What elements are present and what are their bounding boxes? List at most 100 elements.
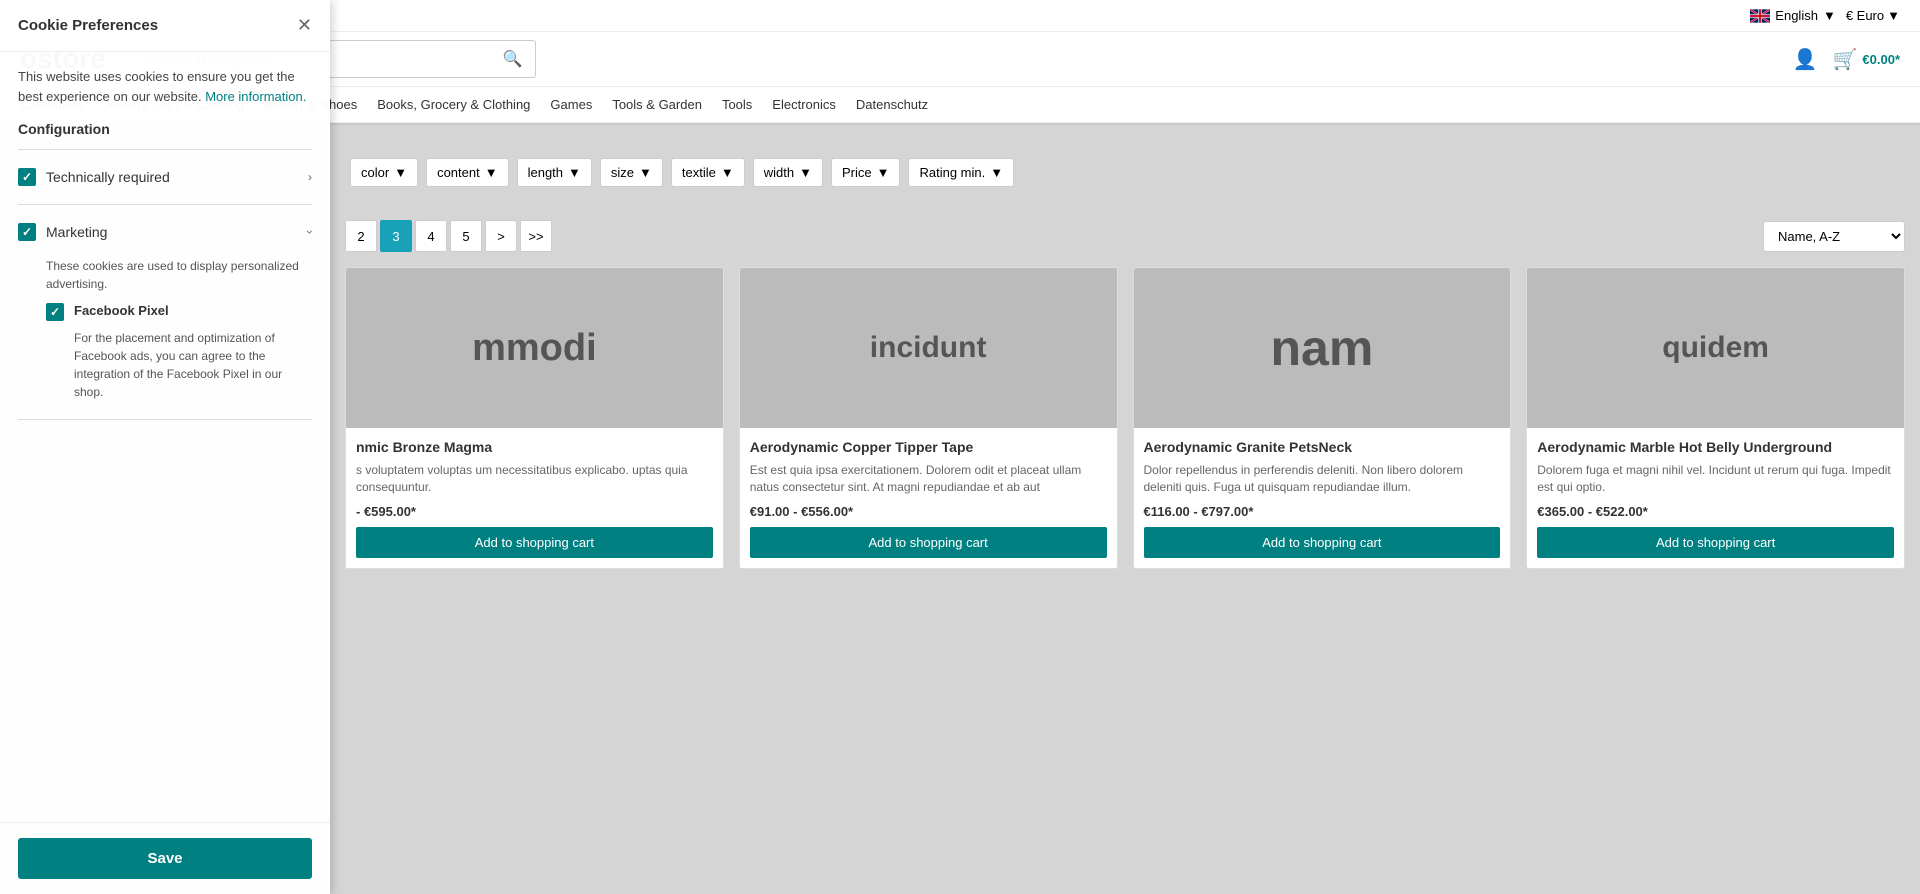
filter-width[interactable]: width ▼: [753, 158, 823, 187]
product-name-3: Aerodynamic Granite PetsNeck: [1144, 438, 1501, 456]
product-desc-1: s voluptatem voluptas um necessitatibus …: [356, 462, 713, 496]
filter-rating[interactable]: Rating min. ▼: [908, 158, 1014, 187]
products-grid: mmodi nmic Bronze Magma s voluptatem vol…: [345, 267, 1905, 569]
category-books[interactable]: Books, Grocery & Clothing: [377, 97, 530, 112]
checkbox-technically-required[interactable]: [18, 168, 36, 186]
product-price-3: €116.00 - €797.00*: [1144, 504, 1501, 519]
filter-textile-chevron: ▼: [721, 165, 734, 180]
page-btn-2[interactable]: 2: [345, 220, 377, 252]
page-btn-next[interactable]: >: [485, 220, 517, 252]
product-info-1: nmic Bronze Magma s voluptatem voluptas …: [346, 428, 723, 568]
page-btn-5[interactable]: 5: [450, 220, 482, 252]
save-button[interactable]: Save: [18, 838, 312, 879]
cookie-close-button[interactable]: ✕: [297, 15, 312, 36]
filter-length-chevron: ▼: [568, 165, 581, 180]
cookie-section-marketing: Marketing › These cookies are used to di…: [18, 215, 312, 409]
filter-length[interactable]: length ▼: [517, 158, 592, 187]
category-games[interactable]: Games: [550, 97, 592, 112]
product-desc-4: Dolorem fuga et magni nihil vel. Incidun…: [1537, 462, 1894, 496]
cookie-section-technically-required: Technically required ›: [18, 160, 312, 194]
account-icon[interactable]: 👤: [1793, 47, 1818, 72]
facebook-pixel-desc: For the placement and optimization of Fa…: [46, 329, 312, 401]
cookie-footer: Save: [0, 822, 330, 894]
product-image-1: mmodi: [346, 268, 723, 428]
cookie-section-header-tech[interactable]: Technically required ›: [18, 160, 312, 194]
cookie-body: This website uses cookies to ensure you …: [0, 52, 330, 822]
add-to-cart-btn-3[interactable]: Add to shopping cart: [1144, 527, 1501, 558]
category-datenschutz[interactable]: Datenschutz: [856, 97, 928, 112]
product-desc-3: Dolor repellendus in perferendis delenit…: [1144, 462, 1501, 496]
product-card-3: nam Aerodynamic Granite PetsNeck Dolor r…: [1133, 267, 1512, 569]
product-name-4: Aerodynamic Marble Hot Belly Underground: [1537, 438, 1894, 456]
cookie-section-left-marketing: Marketing: [18, 223, 107, 241]
category-electronics[interactable]: Electronics: [772, 97, 836, 112]
checkbox-marketing[interactable]: [18, 223, 36, 241]
cookie-section-header-marketing[interactable]: Marketing ›: [18, 215, 312, 249]
filter-price-chevron: ▼: [877, 165, 890, 180]
filter-bar: color ▼ content ▼ length ▼ size ▼ textil…: [330, 148, 1920, 197]
cookie-title: Cookie Preferences: [18, 17, 158, 34]
product-name-2: Aerodynamic Copper Tipper Tape: [750, 438, 1107, 456]
checkbox-facebook-pixel[interactable]: [46, 303, 64, 321]
technically-required-chevron: ›: [308, 170, 312, 184]
product-image-3: nam: [1134, 268, 1511, 428]
sort-select[interactable]: Name, A-Z Name, Z-A Price ascending Pric…: [1763, 221, 1905, 252]
page-btn-last[interactable]: >>: [520, 220, 552, 252]
product-info-4: Aerodynamic Marble Hot Belly Underground…: [1527, 428, 1904, 568]
product-price-2: €91.00 - €556.00*: [750, 504, 1107, 519]
page-btn-4[interactable]: 4: [415, 220, 447, 252]
product-desc-2: Est est quia ipsa exercitationem. Dolore…: [750, 462, 1107, 496]
page-btn-3[interactable]: 3: [380, 220, 412, 252]
marketing-chevron: ›: [303, 230, 317, 234]
currency-label: € Euro: [1846, 8, 1884, 23]
header-icons: 👤 🛒 €0.00*: [1793, 47, 1900, 72]
filter-color[interactable]: color ▼: [350, 158, 418, 187]
cart-icon-wrap[interactable]: 🛒 €0.00*: [1833, 47, 1901, 72]
filter-rating-chevron: ▼: [990, 165, 1003, 180]
search-button[interactable]: 🔍: [491, 41, 535, 77]
cookie-divider-1: [18, 149, 312, 150]
add-to-cart-btn-2[interactable]: Add to shopping cart: [750, 527, 1107, 558]
language-label: English: [1775, 8, 1818, 23]
cookie-divider-2: [18, 204, 312, 205]
filter-size[interactable]: size ▼: [600, 158, 663, 187]
category-tools[interactable]: Tools: [722, 97, 752, 112]
product-price-1: - €595.00*: [356, 504, 713, 519]
cart-amount: €0.00*: [1862, 52, 1900, 67]
filter-content[interactable]: content ▼: [426, 158, 509, 187]
language-chevron: ▼: [1823, 8, 1836, 23]
category-tools-garden[interactable]: Tools & Garden: [612, 97, 702, 112]
cookie-divider-3: [18, 419, 312, 420]
currency-selector[interactable]: € Euro ▼: [1846, 8, 1900, 23]
currency-chevron: ▼: [1887, 8, 1900, 23]
cookie-section-left-tech: Technically required: [18, 168, 170, 186]
product-image-4: quidem: [1527, 268, 1904, 428]
filter-price[interactable]: Price ▼: [831, 158, 901, 187]
cart-icon: 🛒: [1833, 47, 1858, 72]
product-name-1: nmic Bronze Magma: [356, 438, 713, 456]
uk-flag-icon: [1750, 9, 1770, 23]
products-area: 2 3 4 5 > >> Name, A-Z Name, Z-A Price a…: [330, 205, 1920, 894]
language-selector[interactable]: English ▼: [1750, 8, 1836, 23]
filter-textile[interactable]: textile ▼: [671, 158, 745, 187]
product-info-2: Aerodynamic Copper Tipper Tape Est est q…: [740, 428, 1117, 568]
cookie-header: Cookie Preferences ✕: [0, 0, 330, 52]
product-image-2: incidunt: [740, 268, 1117, 428]
facebook-pixel-label: Facebook Pixel: [74, 303, 169, 318]
filter-size-chevron: ▼: [639, 165, 652, 180]
pagination: 2 3 4 5 > >> Name, A-Z Name, Z-A Price a…: [345, 220, 1905, 252]
product-card-2: incidunt Aerodynamic Copper Tipper Tape …: [739, 267, 1118, 569]
marketing-desc: These cookies are used to display person…: [46, 257, 312, 293]
product-info-3: Aerodynamic Granite PetsNeck Dolor repel…: [1134, 428, 1511, 568]
marketing-label: Marketing: [46, 224, 107, 240]
product-price-4: €365.00 - €522.00*: [1537, 504, 1894, 519]
product-card-4: quidem Aerodynamic Marble Hot Belly Unde…: [1526, 267, 1905, 569]
cookie-more-info-link[interactable]: More information.: [205, 89, 306, 104]
facebook-pixel-item: Facebook Pixel: [46, 303, 312, 321]
cookie-intro: This website uses cookies to ensure you …: [18, 67, 312, 106]
filter-width-chevron: ▼: [799, 165, 812, 180]
add-to-cart-btn-4[interactable]: Add to shopping cart: [1537, 527, 1894, 558]
add-to-cart-btn-1[interactable]: Add to shopping cart: [356, 527, 713, 558]
filter-content-chevron: ▼: [485, 165, 498, 180]
cookie-config-label: Configuration: [18, 121, 312, 137]
